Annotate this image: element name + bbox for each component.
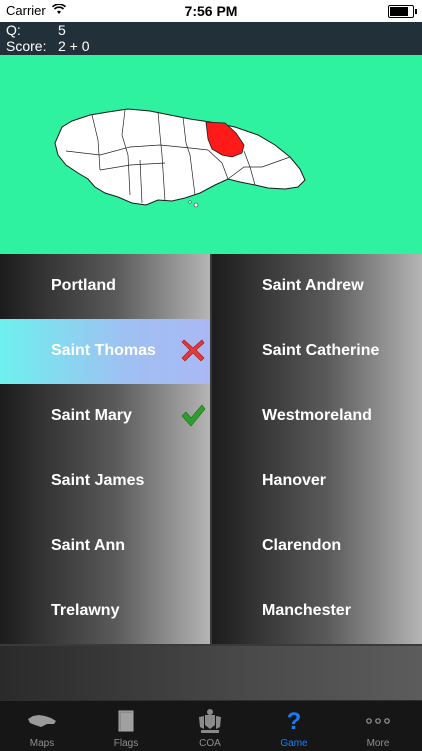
score-label: Score: (6, 38, 47, 54)
answer-button[interactable]: Saint Mary (0, 384, 210, 449)
answer-label: Hanover (262, 472, 327, 489)
answer-label: Portland (51, 277, 116, 294)
score-counter: Score: 2 + 0 (6, 38, 90, 54)
question-label: Q: (6, 22, 21, 38)
answer-button[interactable]: Manchester (212, 579, 422, 644)
answer-button[interactable]: Saint Ann (0, 514, 210, 579)
tab-game[interactable]: ? Game (252, 701, 336, 751)
answer-label: Saint Andrew (262, 277, 364, 294)
footer-spacer (0, 646, 422, 700)
answer-grid: Portland Saint Thomas Saint Mary Saint J… (0, 254, 422, 646)
flag-icon (111, 707, 141, 735)
island-outline (54, 108, 306, 206)
question-counter: Q: 5 (6, 22, 66, 38)
jamaica-map (54, 108, 306, 208)
answer-button[interactable]: Clarendon (212, 514, 422, 579)
tab-more[interactable]: More (336, 701, 420, 751)
tab-maps[interactable]: Maps (0, 701, 84, 751)
status-bar: Carrier 7:56 PM (0, 0, 422, 22)
coat-of-arms-icon (195, 707, 225, 735)
map-panel (0, 55, 422, 254)
cay (193, 202, 199, 208)
answer-label: Saint James (51, 472, 145, 489)
answer-label: Clarendon (262, 537, 342, 554)
answer-label: Saint Ann (51, 537, 126, 554)
question-value: 5 (58, 22, 66, 38)
tab-bar: Maps Flags COA ? Game More (0, 700, 422, 751)
tab-coa[interactable]: COA (168, 701, 252, 751)
answer-label: Saint Catherine (262, 342, 380, 359)
map-icon (27, 707, 57, 735)
tab-label: Flags (113, 738, 139, 749)
answer-label: Saint Mary (51, 407, 132, 424)
answer-column-right: Saint Andrew Saint Catherine Westmorelan… (212, 254, 422, 646)
tab-label: Maps (29, 738, 55, 749)
answer-button[interactable]: Westmoreland (212, 384, 422, 449)
answer-button[interactable]: Trelawny (0, 579, 210, 644)
x-icon (180, 337, 206, 363)
answer-label: Saint Thomas (51, 342, 156, 359)
score-value: 2 + 0 (58, 38, 90, 54)
battery-level (390, 7, 408, 16)
answer-column-left: Portland Saint Thomas Saint Mary Saint J… (0, 254, 210, 646)
answer-label: Trelawny (51, 602, 120, 619)
battery-icon (388, 5, 417, 18)
answer-label: Manchester (262, 602, 351, 619)
svg-text:?: ? (287, 708, 302, 735)
check-icon (180, 402, 206, 428)
answer-button[interactable]: Saint Catherine (212, 319, 422, 384)
score-panel: Q: 5 Score: 2 + 0 (0, 22, 422, 55)
answer-button[interactable]: Portland (0, 254, 210, 319)
answer-button[interactable]: Saint Thomas (0, 319, 210, 384)
answer-button[interactable]: Saint Andrew (212, 254, 422, 319)
answer-label: Westmoreland (262, 407, 372, 424)
tab-label: Game (280, 738, 308, 749)
tab-flags[interactable]: Flags (84, 701, 168, 751)
answer-button[interactable]: Hanover (212, 449, 422, 514)
cay (188, 200, 192, 204)
more-icon (363, 707, 393, 735)
answer-button[interactable]: Saint James (0, 449, 210, 514)
question-icon: ? (279, 707, 309, 735)
tab-label: More (366, 738, 390, 749)
tab-label: COA (199, 738, 221, 749)
status-time: 7:56 PM (184, 3, 238, 19)
